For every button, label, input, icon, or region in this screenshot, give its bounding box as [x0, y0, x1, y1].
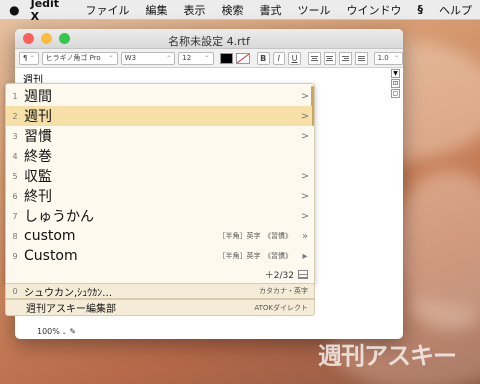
- background-color-well[interactable]: [236, 52, 250, 64]
- font-family-popup[interactable]: ヒラギノ角ゴ Pro ⌃: [41, 51, 118, 65]
- zoom-level[interactable]: 100% ⌄ ✎: [37, 327, 76, 336]
- menu-tools[interactable]: ツール: [290, 2, 339, 18]
- candidate-row[interactable]: 3 習慣 >: [6, 126, 312, 146]
- underline-button[interactable]: U: [288, 51, 301, 65]
- menu-window[interactable]: ウインドウ: [339, 2, 410, 18]
- pencil-icon: ✎: [66, 327, 77, 336]
- candidate-row[interactable]: 8 custom ［半角］英字 《習慣》»: [6, 226, 312, 246]
- scroll-up-icon[interactable]: ▼: [391, 69, 400, 78]
- split-view-icon[interactable]: ⊡: [391, 79, 400, 88]
- italic-button[interactable]: I: [272, 51, 286, 65]
- candidate-row[interactable]: 4 終巻: [6, 146, 312, 166]
- atok-menu-icon[interactable]: §: [410, 3, 432, 16]
- candidate-row[interactable]: 5 収監 >: [6, 166, 312, 186]
- paragraph-popup[interactable]: ¶ ⌃: [19, 51, 39, 65]
- side-controls: ▼ ⊡ ▢: [391, 69, 401, 99]
- align-justify-icon[interactable]: [354, 51, 368, 65]
- menu-file[interactable]: ファイル: [78, 2, 138, 18]
- watermark: 週刊アスキー: [318, 342, 457, 370]
- candidate-page-info: ＋2/32: [265, 268, 308, 281]
- menu-format[interactable]: 書式: [252, 2, 290, 18]
- align-right-icon[interactable]: [339, 51, 352, 65]
- chevron-right-icon: >: [300, 90, 310, 102]
- align-center-icon[interactable]: [323, 51, 337, 65]
- double-chevron-icon: »: [301, 230, 309, 242]
- font-weight-popup[interactable]: W3 ⌃: [120, 51, 176, 65]
- candidate-row-selected[interactable]: 2 週刊 >: [6, 106, 312, 126]
- chevron-right-icon: >: [300, 210, 310, 222]
- katakana-candidate-row[interactable]: 0 シュウカン,ｼｭｳｶﾝ… カタカナ・英字: [5, 283, 315, 299]
- atok-direct-row[interactable]: 週刊アスキー編集部 ATOKダイレクト: [5, 299, 315, 316]
- menu-view[interactable]: 表示: [176, 2, 214, 18]
- chevron-right-icon: >: [300, 170, 310, 182]
- font-size-popup[interactable]: 12 ⌃: [178, 51, 214, 65]
- line-spacing-popup[interactable]: 1.0 ⌃: [373, 51, 403, 65]
- candidate-row[interactable]: 1 週間 >: [6, 86, 312, 106]
- align-left-icon[interactable]: [307, 51, 321, 65]
- window-title: 名称未設定 4.rtf: [168, 35, 250, 48]
- menu-app-name[interactable]: Jedit X: [29, 0, 78, 23]
- list-view-icon[interactable]: [298, 270, 308, 279]
- candidate-row[interactable]: 6 終刊 >: [6, 186, 312, 206]
- menu-search[interactable]: 検索: [214, 2, 252, 18]
- menu-edit[interactable]: 編集: [138, 2, 176, 18]
- bold-button[interactable]: B: [256, 51, 270, 65]
- format-toolbar: ¶ ⌃ ヒラギノ角ゴ Pro ⌃ W3 ⌃ 12 ⌃ B I U 1.0 ⌃: [15, 49, 403, 68]
- panel-toggle-icon[interactable]: ▢: [391, 89, 400, 98]
- menu-help[interactable]: ヘルプ: [431, 2, 480, 18]
- candidate-row[interactable]: 7 しゅうかん >: [6, 206, 312, 226]
- chevron-down-icon: ⌄: [59, 329, 67, 336]
- apple-menu-icon[interactable]: ●: [0, 3, 29, 17]
- chevron-right-icon: >: [300, 110, 310, 122]
- chevron-right-icon: >: [300, 190, 310, 202]
- menu-bar: ● Jedit X ファイル 編集 表示 検索 書式 ツール ウインドウ § ヘ…: [0, 0, 480, 23]
- triangle-right-icon: ▸: [302, 250, 308, 262]
- chevron-right-icon: >: [300, 130, 310, 142]
- candidate-window: 1 週間 > 2 週刊 > 3 習慣 > 4 終巻 5 収監 > 6 終刊 > 7 しゅうかん > 8 cu…: [5, 83, 315, 285]
- text-color-well[interactable]: [219, 52, 234, 64]
- window-titlebar[interactable]: 名称未設定 4.rtf: [15, 29, 403, 49]
- candidate-row[interactable]: 9 Custom ［半角］英字 《習慣》 ▸: [6, 246, 312, 266]
